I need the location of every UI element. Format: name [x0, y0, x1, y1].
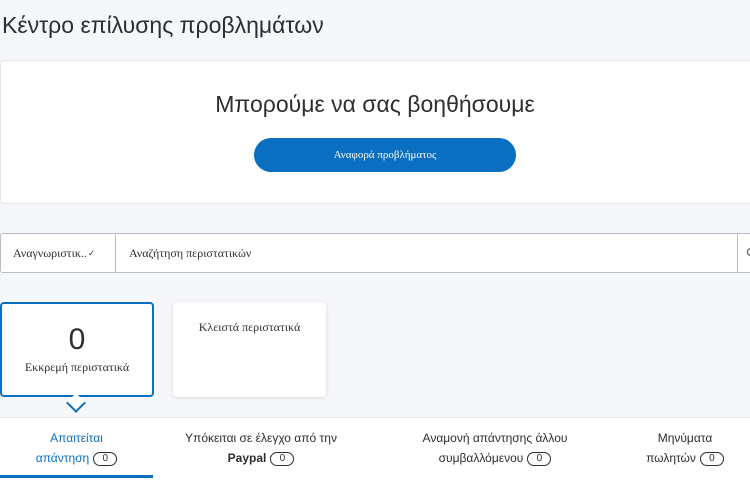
page-title: Κέντρο επίλυσης προβλημάτων	[2, 12, 324, 38]
tab-label-text: πωλητών	[646, 451, 696, 465]
search-filter-dropdown[interactable]: Αναγνωριστικ.. ✓	[1, 234, 116, 272]
tab-label-line1: Απαιτείται	[50, 431, 103, 445]
tab-under-paypal-review[interactable]: Υπόκειται σε έλεγχο από την Paypal 0	[170, 418, 352, 478]
search-input[interactable]	[117, 234, 733, 272]
tab-label-line2: Paypal 0	[170, 448, 352, 468]
closed-cases-label: Κλειστά περιστατικά	[198, 320, 301, 334]
tab-label-text: απάντηση	[35, 451, 90, 465]
search-filter-label: Αναγνωριστικ..	[13, 245, 87, 260]
tab-label-line2: απάντηση 0	[0, 448, 153, 468]
tab-awaiting-other-party[interactable]: Αναμονή απάντησης άλλου συμβαλλόμενου 0	[395, 418, 595, 478]
pending-cases-label: Εκκρεμή περιστατικά	[24, 360, 130, 374]
tab-label-line2: συμβαλλόμενου 0	[395, 448, 595, 468]
closed-cases-card[interactable]: Κλειστά περιστατικά	[173, 302, 326, 397]
search-button[interactable]	[737, 234, 750, 272]
tab-label-text: συμβαλλόμενου	[438, 451, 524, 465]
help-card: Μπορούμε να σας βοηθήσουμε Αναφορά προβλ…	[0, 60, 750, 204]
pending-cases-card[interactable]: 0 Εκκρεμή περιστατικά	[0, 302, 154, 397]
help-heading: Μπορούμε να σας βοηθήσουμε	[215, 91, 535, 117]
tab-count-badge: 0	[527, 451, 552, 466]
pending-cases-count: 0	[68, 323, 86, 356]
report-problem-button[interactable]: Αναφορά προβλήματος	[254, 138, 516, 172]
tab-count-badge: 0	[270, 451, 295, 466]
search-icon	[746, 247, 750, 257]
tab-label-line1: Υπόκειται σε έλεγχο από την	[185, 431, 337, 445]
tab-seller-messages[interactable]: Μηνύματα πωλητών 0	[615, 418, 750, 478]
case-tabs: Απαιτείται απάντηση 0 Υπόκειται σε έλεγχο…	[0, 417, 750, 482]
tab-count-badge: 0	[699, 451, 724, 466]
tab-label-line1: Αναμονή απάντησης άλλου	[422, 431, 568, 445]
tab-label-line1: Μηνύματα	[657, 431, 713, 445]
search-bar: Αναγνωριστικ.. ✓	[0, 233, 750, 273]
tab-label-text: Paypal	[227, 451, 267, 465]
tab-count-badge: 0	[93, 451, 118, 466]
tab-label-line2: πωλητών 0	[615, 448, 750, 468]
chevron-down-icon: ✓	[87, 247, 96, 258]
tab-action-required[interactable]: Απαιτείται απάντηση 0	[0, 418, 153, 478]
